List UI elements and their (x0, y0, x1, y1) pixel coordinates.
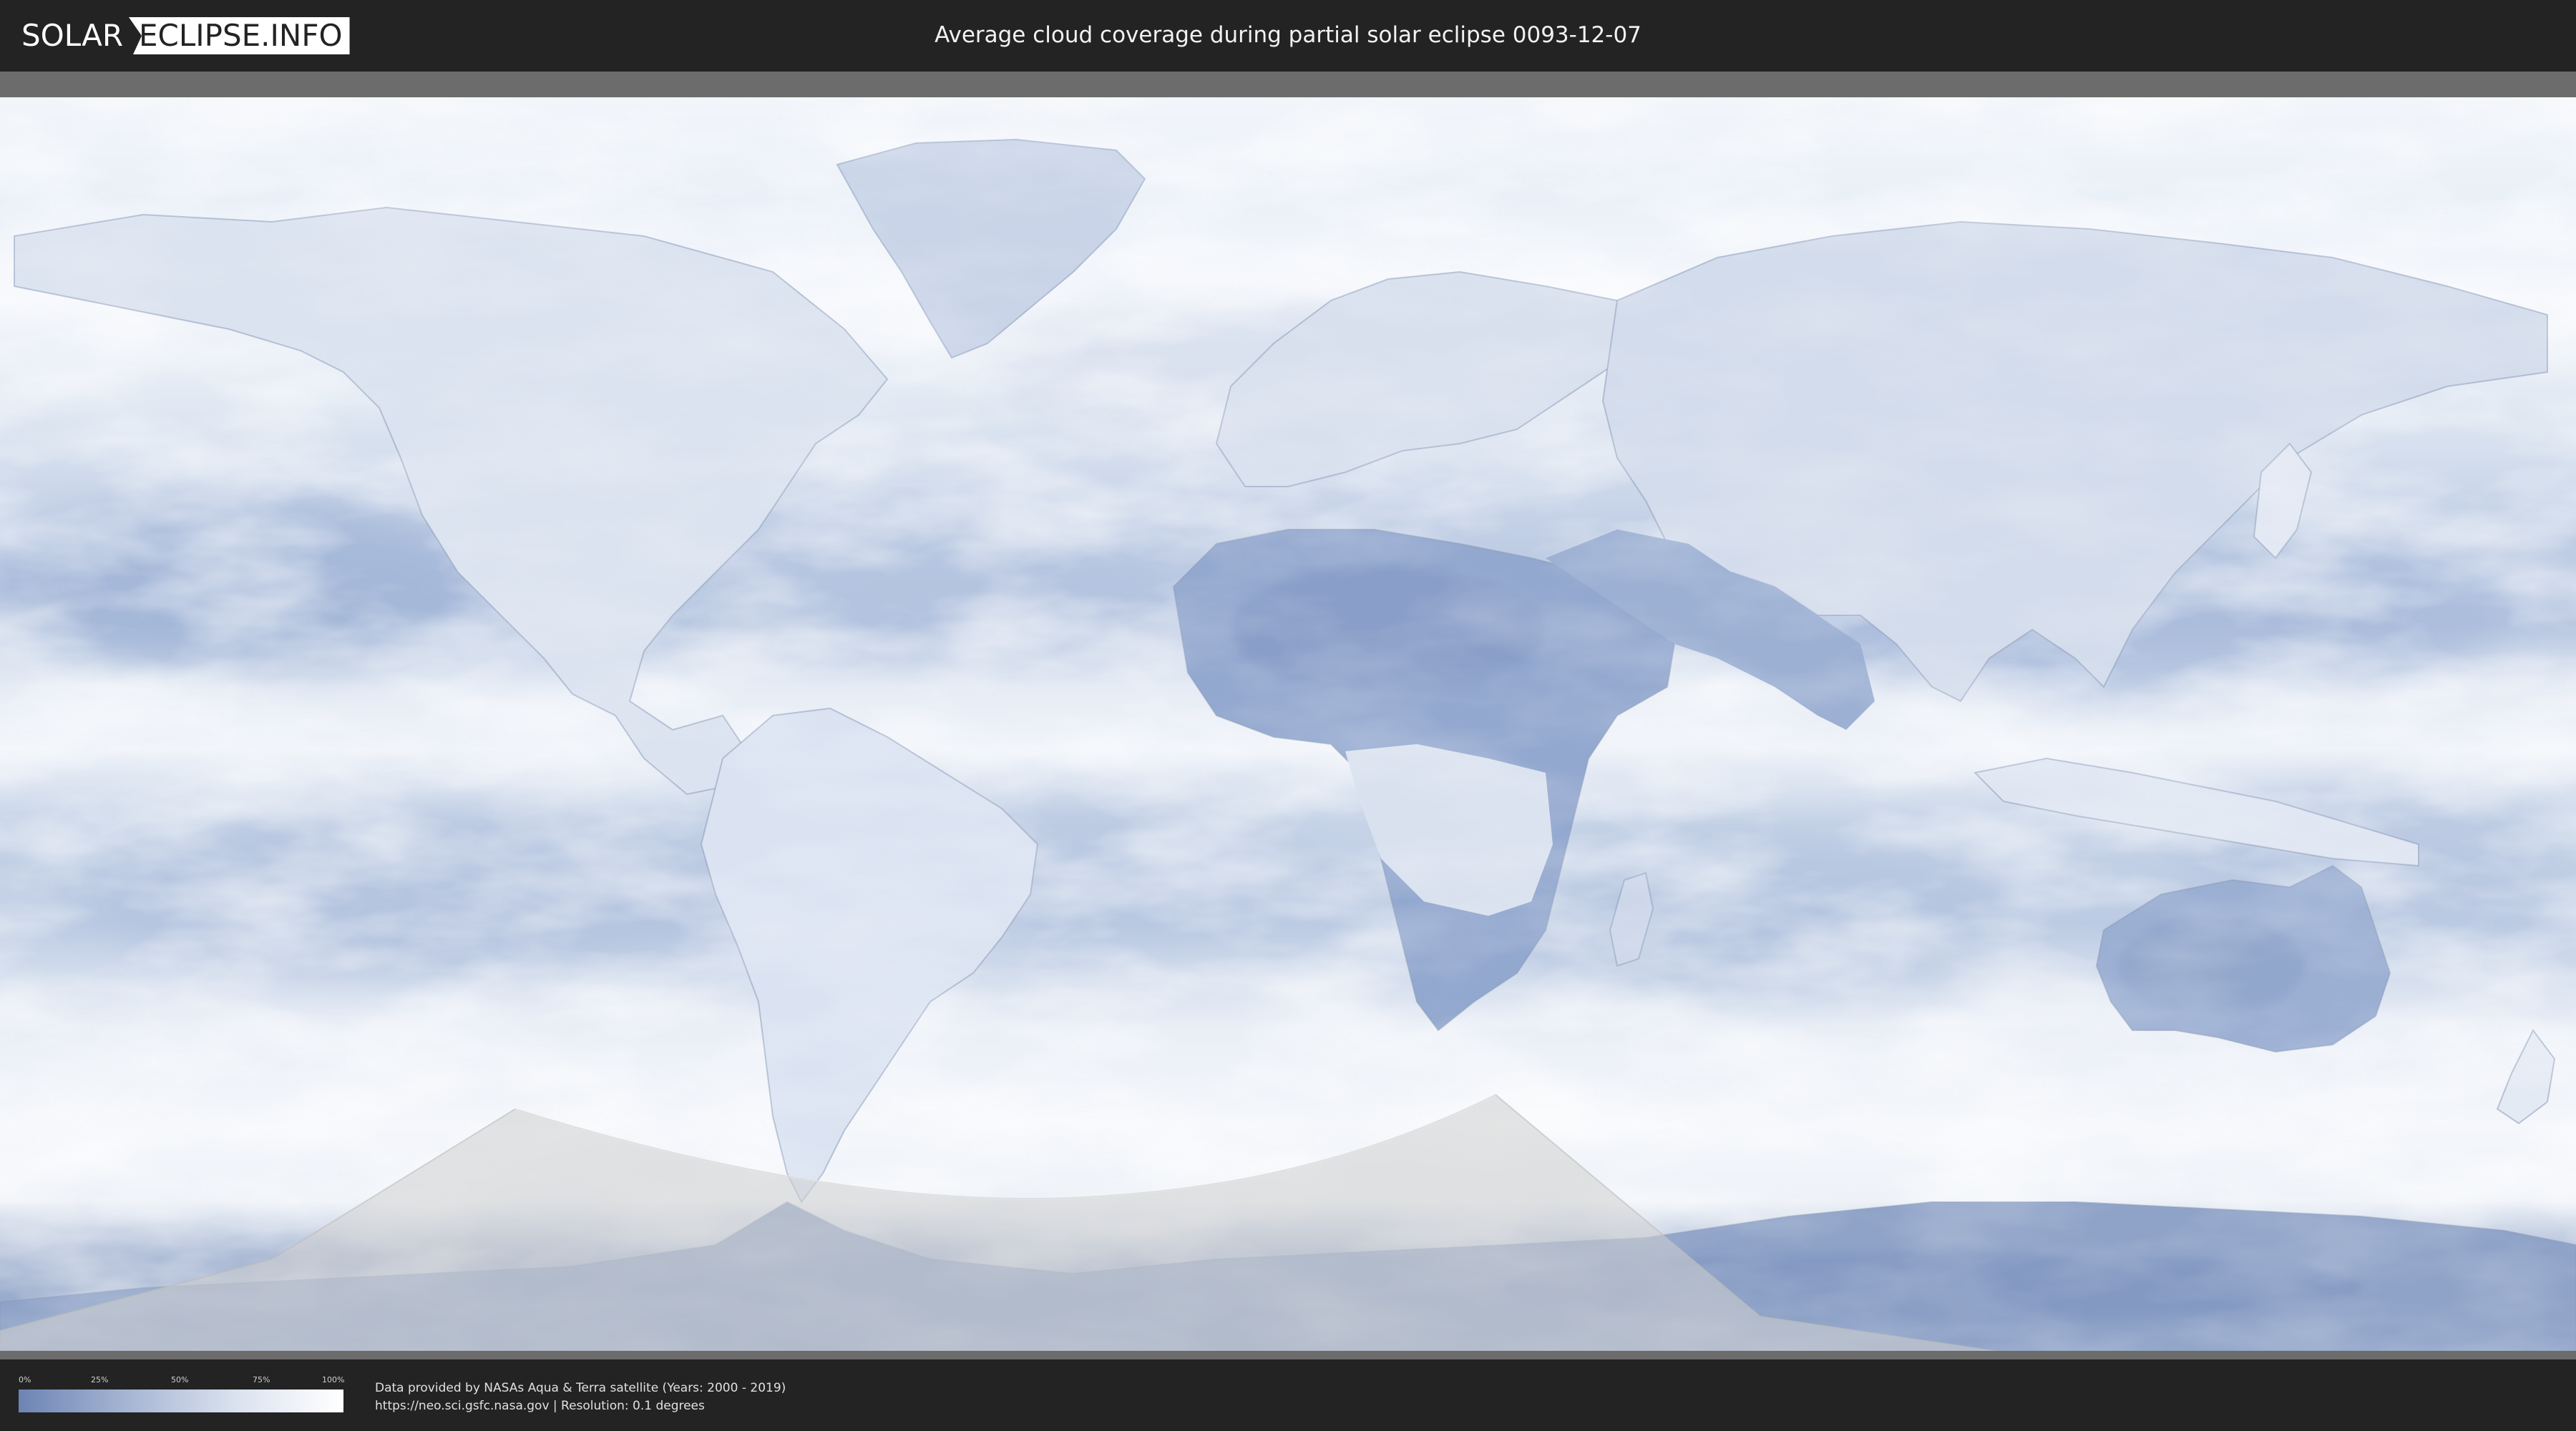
map-canvas (0, 72, 2576, 1359)
data-credits: Data provided by NASAs Aqua & Terra sate… (375, 1379, 786, 1415)
credits-line-source: Data provided by NASAs Aqua & Terra sate… (375, 1381, 786, 1395)
page: SOLAR ECLIPSE.INFO Average cloud coverag… (0, 0, 2576, 1431)
legend-tick-0: 0% (19, 1375, 31, 1384)
header-bar: SOLAR ECLIPSE.INFO Average cloud coverag… (0, 0, 2576, 72)
credits-line-url[interactable]: https://neo.sci.gsfc.nasa.gov | Resoluti… (375, 1397, 786, 1415)
legend-tick-25: 25% (91, 1375, 109, 1384)
legend-tick-75: 75% (253, 1375, 270, 1384)
legend-tick-100: 100% (322, 1375, 345, 1384)
cloud-veil (0, 97, 2576, 1351)
map-top-border (0, 72, 2576, 100)
footer-bar: 0% 25% 50% 75% 100% Data provided by NAS… (0, 1359, 2576, 1431)
map-bottom-border (0, 1351, 2576, 1359)
legend-tick-50: 50% (171, 1375, 189, 1384)
cloud-coverage-map[interactable] (0, 72, 2576, 1359)
legend-color-bar (19, 1390, 343, 1412)
cloud-coverage-legend: 0% 25% 50% 75% 100% (19, 1375, 345, 1418)
page-title: Average cloud coverage during partial so… (935, 22, 1641, 48)
